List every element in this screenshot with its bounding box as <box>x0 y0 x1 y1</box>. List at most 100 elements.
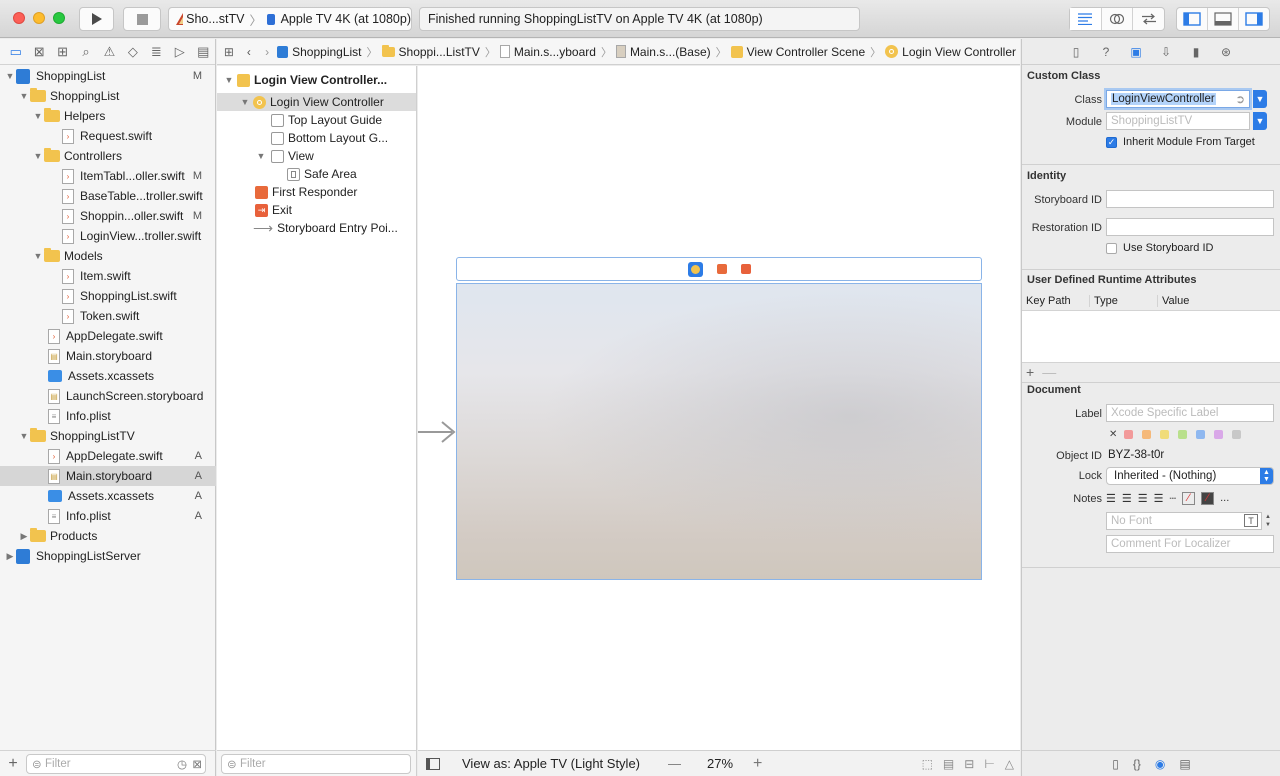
font-size-stepper[interactable]: ▲ ▼ <box>1265 512 1273 530</box>
tree-item[interactable]: ▤ LaunchScreen.storyboard <box>0 386 216 406</box>
color-swatch-red[interactable] <box>1124 430 1134 439</box>
remove-attribute-button[interactable]: — <box>1042 364 1056 380</box>
warning-icon[interactable]: ⚠ <box>98 40 121 64</box>
pin-icon[interactable]: ⊢ <box>984 757 994 771</box>
module-field[interactable]: ShoppingListTV <box>1106 112 1250 130</box>
align-center-icon[interactable]: ☰ <box>1122 492 1132 505</box>
breadcrumb-scene[interactable]: View Controller Scene 〉 <box>730 44 881 60</box>
view-controller-icon[interactable] <box>687 261 703 277</box>
navigator-filter-input[interactable]: ⊜ Filter ◷ ⊠ <box>26 753 206 774</box>
panel-toggle-control[interactable] <box>1176 7 1270 31</box>
identity-inspector-icon[interactable]: ▣ <box>1126 42 1146 62</box>
tree-item[interactable]: › ItemTabl...oller.swift M <box>0 166 216 186</box>
folder-icon[interactable]: ▭ <box>4 40 27 64</box>
breadcrumb-file[interactable]: Main.s...yboard 〉 <box>499 44 612 60</box>
more-options-button[interactable]: ... <box>1220 492 1229 504</box>
breadcrumb-localization[interactable]: Main.s...(Base) 〉 <box>615 44 727 60</box>
breadcrumb-group[interactable]: Shoppi...ListTV 〉 <box>381 44 496 60</box>
file-inspector-icon[interactable]: ▯ <box>1066 42 1086 62</box>
media-library-icon[interactable]: ▤ <box>1179 757 1190 771</box>
tree-item[interactable]: › AppDelegate.swift A <box>0 446 216 466</box>
outline-item-entry-point[interactable]: ⟶ Storyboard Entry Poi... <box>217 219 416 237</box>
run-button[interactable] <box>79 7 114 31</box>
xcode-label-field[interactable]: Xcode Specific Label <box>1106 404 1274 422</box>
natural-align-icon[interactable]: ┄ <box>1170 492 1177 505</box>
login-view-controller-scene[interactable] <box>456 283 982 580</box>
size-inspector-icon[interactable]: ▮ <box>1186 42 1206 62</box>
zoom-in-button[interactable]: + <box>753 755 762 773</box>
tree-item[interactable]: ≡ Info.plist A <box>0 506 216 526</box>
outline-filter-input[interactable]: ⊜ Filter <box>221 753 411 774</box>
restoration-id-field[interactable] <box>1106 218 1274 236</box>
back-arrow-icon[interactable]: ‹ <box>241 45 257 59</box>
color-swatch-orange[interactable] <box>1142 430 1152 439</box>
storyboard-id-field[interactable] <box>1106 190 1274 208</box>
breadcrumb-controller[interactable]: Login View Controller <box>885 45 1016 59</box>
color-swatch-green[interactable] <box>1178 430 1188 439</box>
version-editor-button[interactable] <box>1133 8 1164 30</box>
outline-item-first-responder[interactable]: First Responder <box>217 183 416 201</box>
scm-filter-icon[interactable]: ⊠ <box>192 757 202 771</box>
tree-item[interactable]: › Item.swift <box>0 266 216 286</box>
add-attribute-button[interactable]: + <box>1026 364 1034 380</box>
font-picker-icon[interactable]: T <box>1244 514 1258 527</box>
align-left-icon[interactable]: ☰ <box>1106 492 1116 505</box>
tree-item[interactable]: › Token.swift <box>0 306 216 326</box>
breakpoint-icon[interactable]: ▷ <box>168 40 191 64</box>
recent-clock-icon[interactable]: ◷ <box>177 757 187 771</box>
code-snippet-icon[interactable]: {} <box>1133 757 1141 771</box>
exit-icon[interactable] <box>740 264 751 274</box>
outline-item-scene[interactable]: ▼ Login View Controller... <box>217 71 416 89</box>
file-template-icon[interactable]: ▯ <box>1112 757 1119 771</box>
tree-item[interactable]: › Shoppin...oller.swift M <box>0 206 216 226</box>
tree-item[interactable]: › BaseTable...troller.swift <box>0 186 216 206</box>
inherit-module-checkbox[interactable]: ✓ Inherit Module From Target <box>1106 136 1255 148</box>
tree-item[interactable]: ▼ ShoppingList M <box>0 66 216 86</box>
outline-item-exit[interactable]: ⇥ Exit <box>217 201 416 219</box>
outline-item-top-guide[interactable]: Top Layout Guide <box>217 111 416 129</box>
scene-dock[interactable] <box>456 257 982 281</box>
test-diamond-icon[interactable]: ◇ <box>121 40 144 64</box>
object-library-icon[interactable]: ◉ <box>1155 757 1165 771</box>
tree-item[interactable]: › AppDelegate.swift <box>0 326 216 346</box>
label-color-picker[interactable]: ✕ <box>1109 429 1250 440</box>
color-swatch-blue[interactable] <box>1196 430 1206 439</box>
attributes-inspector-icon[interactable]: ⇩ <box>1156 42 1176 62</box>
background-color-icon[interactable]: ⁄ <box>1201 491 1215 505</box>
runtime-attributes-table[interactable] <box>1022 311 1280 363</box>
minimize-window-button[interactable] <box>33 12 45 24</box>
source-control-icon[interactable]: ⊠ <box>27 40 50 64</box>
tree-item-selected[interactable]: ▤ Main.storyboard A <box>0 466 216 486</box>
help-icon[interactable]: ? <box>1096 42 1116 62</box>
text-color-icon[interactable]: ⁄ <box>1182 491 1196 505</box>
forward-arrow-icon[interactable]: › <box>257 45 277 59</box>
zoom-out-button[interactable]: — <box>668 756 681 771</box>
class-dropdown-button[interactable]: ▼ <box>1253 90 1267 108</box>
update-frames-icon[interactable]: ⬚ <box>922 757 933 771</box>
add-file-button[interactable]: + <box>0 755 26 773</box>
tree-item[interactable]: › ShoppingList.swift <box>0 286 216 306</box>
storyboard-canvas[interactable] <box>418 66 1020 750</box>
comment-field[interactable]: Comment For Localizer <box>1106 535 1274 553</box>
assistant-editor-button[interactable] <box>1102 8 1134 30</box>
standard-editor-button[interactable] <box>1070 8 1102 30</box>
tree-item[interactable]: ≡ Info.plist <box>0 406 216 426</box>
tree-item[interactable]: › LoginView...troller.swift <box>0 226 216 246</box>
editor-mode-control[interactable] <box>1069 7 1165 31</box>
tree-item[interactable]: ▼ Models <box>0 246 216 266</box>
tree-item[interactable]: Assets.xcassets A <box>0 486 216 506</box>
outline-item-controller[interactable]: ▼ Login View Controller <box>217 93 416 111</box>
tree-item[interactable]: Assets.xcassets <box>0 366 216 386</box>
report-icon[interactable]: ▤ <box>192 40 215 64</box>
font-field[interactable]: No Font T <box>1106 512 1262 530</box>
column-type[interactable]: Type <box>1090 294 1158 307</box>
tree-item[interactable]: ▼ ShoppingList <box>0 86 216 106</box>
zoom-window-button[interactable] <box>53 12 65 24</box>
color-swatch-purple[interactable] <box>1214 430 1224 439</box>
outline-item-safe-area[interactable]: Safe Area <box>217 165 416 183</box>
tree-item[interactable]: ▶ Products <box>0 526 216 546</box>
class-field[interactable]: LoginViewController ➲ <box>1106 90 1250 108</box>
outline-item-view[interactable]: ▼ View <box>217 147 416 165</box>
symbol-icon[interactable]: ⊞ <box>51 40 74 64</box>
device-config-button[interactable]: View as: Apple TV (Light Style) <box>462 756 640 771</box>
